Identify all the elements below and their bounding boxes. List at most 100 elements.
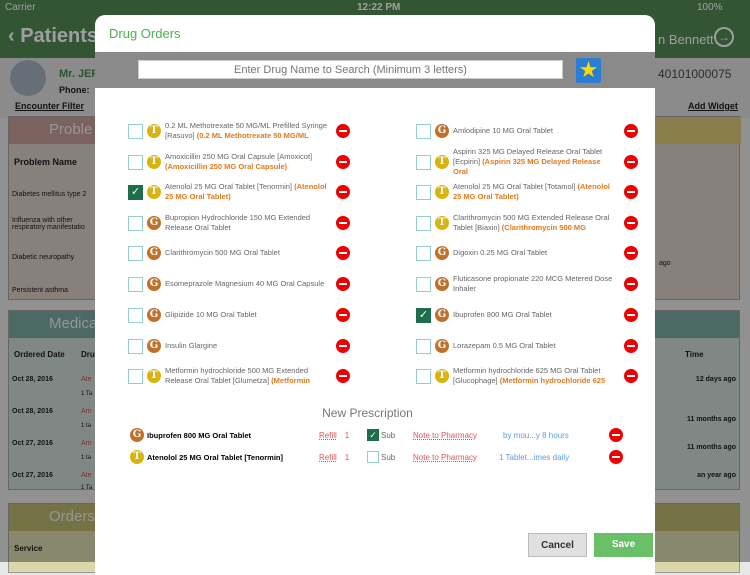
star-icon: ★: [578, 57, 599, 82]
drug-item: G Amlodipine 10 MG Oral Tablet: [416, 117, 615, 145]
drug-item: T Clarithromycin 500 MG Extended Release…: [416, 209, 615, 237]
remove-drug-icon[interactable]: [624, 246, 638, 260]
remove-prescription-icon[interactable]: [609, 450, 623, 464]
drug-checkbox[interactable]: [128, 245, 143, 261]
drug-item: G Bupropion Hydrochloride 150 MG Extende…: [128, 209, 327, 237]
drug-item: T Aspirin 325 MG Delayed Release Oral Ta…: [416, 147, 615, 176]
drug-name: Fluticasone propionate 220 MCG Metered D…: [453, 274, 613, 293]
drug-item: T Metformin hydrochloride 500 MG Extende…: [128, 362, 327, 390]
drug-checkbox[interactable]: ✓: [128, 184, 143, 200]
remove-drug-icon[interactable]: [624, 369, 638, 383]
drug-name: Atenolol 25 MG Oral Tablet [Totamol] (At…: [453, 182, 611, 201]
drug-item: G Fluticasone propionate 220 MCG Metered…: [416, 270, 615, 298]
drug-checkbox[interactable]: [416, 368, 431, 384]
save-button[interactable]: Save: [594, 533, 653, 557]
drug-item: G Lorazepam 0.5 MG Oral Tablet: [416, 332, 615, 360]
remove-drug-icon[interactable]: [336, 185, 350, 199]
trade-name-icon: T: [435, 216, 449, 230]
trade-name-icon: T: [435, 369, 449, 383]
drug-name: Glipizide 10 MG Oral Tablet: [165, 310, 257, 319]
trade-name-icon: T: [147, 369, 161, 383]
note-to-pharmacy-link[interactable]: Note to Pharmacy: [413, 428, 477, 442]
trade-name-icon: T: [147, 185, 161, 199]
drug-name: Metformin hydrochloride 500 MG Extended …: [165, 366, 310, 385]
drug-checkbox[interactable]: [128, 215, 143, 231]
remove-drug-icon[interactable]: [336, 339, 350, 353]
remove-drug-icon[interactable]: [624, 339, 638, 353]
drug-name: Metformin hydrochloride 625 MG Oral Tabl…: [453, 366, 606, 385]
drug-item: G Glipizide 10 MG Oral Tablet: [128, 301, 327, 329]
drug-checkbox[interactable]: [416, 123, 431, 139]
search-bar: ★: [95, 52, 655, 88]
remove-drug-icon[interactable]: [336, 308, 350, 322]
generic-icon: G: [147, 216, 161, 230]
trade-name-icon: T: [435, 185, 449, 199]
drug-checkbox[interactable]: [416, 215, 431, 231]
generic-icon: G: [435, 339, 449, 353]
drug-item: T Metformin hydrochloride 625 MG Oral Ta…: [416, 362, 615, 390]
drug-checkbox[interactable]: [128, 338, 143, 354]
sig-link[interactable]: by mou...y 8 hours: [503, 428, 569, 442]
drug-checkbox[interactable]: [416, 276, 431, 292]
remove-drug-icon[interactable]: [624, 277, 638, 291]
generic-icon: G: [147, 339, 161, 353]
remove-drug-icon[interactable]: [336, 155, 350, 169]
drug-checkbox[interactable]: ✓: [416, 307, 431, 323]
drug-checkbox[interactable]: [416, 338, 431, 354]
drug-checkbox[interactable]: [128, 307, 143, 323]
drug-checkbox[interactable]: [416, 245, 431, 261]
generic-icon: G: [147, 246, 161, 260]
remove-drug-icon[interactable]: [336, 246, 350, 260]
drug-name: 0.2 ML Methotrexate 50 MG/ML Prefilled S…: [165, 121, 328, 140]
sig-link[interactable]: 1 Tablet...imes daily: [499, 450, 569, 464]
drug-checkbox[interactable]: [416, 184, 431, 200]
generic-icon: G: [435, 308, 449, 322]
refill-link[interactable]: Refill: [319, 431, 337, 440]
remove-drug-icon[interactable]: [624, 185, 638, 199]
drug-name: Ibuprofen 800 MG Oral Tablet: [453, 310, 552, 319]
remove-prescription-icon[interactable]: [609, 428, 623, 442]
substitution-checkbox[interactable]: [367, 451, 379, 463]
drug-item: ✓ T Atenolol 25 MG Oral Tablet [Tenormin…: [128, 178, 327, 206]
remove-drug-icon[interactable]: [336, 216, 350, 230]
remove-drug-icon[interactable]: [336, 277, 350, 291]
substitution-checkbox[interactable]: ✓: [367, 429, 379, 441]
new-prescription-title: New Prescription: [322, 406, 413, 420]
drug-checkbox[interactable]: [128, 276, 143, 292]
trade-name-icon: T: [147, 155, 161, 169]
drug-name: Clarithromycin 500 MG Extended Release O…: [453, 213, 610, 232]
generic-icon: G: [435, 246, 449, 260]
drug-checkbox[interactable]: [128, 368, 143, 384]
drug-item: G Esomeprazole Magnesium 40 MG Oral Caps…: [128, 270, 327, 298]
remove-drug-icon[interactable]: [624, 155, 638, 169]
drug-checkbox[interactable]: [128, 123, 143, 139]
trade-name-icon: T: [435, 155, 449, 169]
remove-drug-icon[interactable]: [624, 216, 638, 230]
remove-drug-icon[interactable]: [624, 308, 638, 322]
sub-label: Sub: [381, 430, 396, 440]
remove-drug-icon[interactable]: [336, 124, 350, 138]
drug-item: G Digoxin 0.25 MG Oral Tablet: [416, 239, 615, 267]
drug-name: Lorazepam 0.5 MG Oral Tablet: [453, 341, 556, 350]
modal-title: Drug Orders: [109, 26, 181, 41]
drug-name: Esomeprazole Magnesium 40 MG Oral Capsul…: [165, 279, 325, 288]
drug-item: G Clarithromycin 500 MG Oral Tablet: [128, 239, 327, 267]
drug-search-input[interactable]: [138, 60, 563, 79]
drug-name: Insulin Glargine: [165, 341, 218, 350]
refill-link[interactable]: Refill: [319, 453, 337, 462]
generic-icon: G: [130, 428, 144, 442]
drug-checkbox[interactable]: [416, 154, 431, 170]
favorites-star-button[interactable]: ★: [576, 58, 601, 83]
generic-icon: G: [147, 308, 161, 322]
drug-name: Amlodipine 10 MG Oral Tablet: [453, 126, 553, 135]
drug-item: T Atenolol 25 MG Oral Tablet [Totamol] (…: [416, 178, 615, 206]
drug-checkbox[interactable]: [128, 154, 143, 170]
remove-drug-icon[interactable]: [624, 124, 638, 138]
drug-name: Atenolol 25 MG Oral Tablet [Tenormin] (A…: [165, 182, 327, 201]
cancel-button[interactable]: Cancel: [528, 533, 587, 557]
refill-count: 1: [344, 430, 350, 440]
note-to-pharmacy-link[interactable]: Note to Pharmacy: [413, 450, 477, 464]
remove-drug-icon[interactable]: [336, 369, 350, 383]
trade-name-icon: T: [147, 124, 161, 138]
sub-label: Sub: [381, 452, 396, 462]
